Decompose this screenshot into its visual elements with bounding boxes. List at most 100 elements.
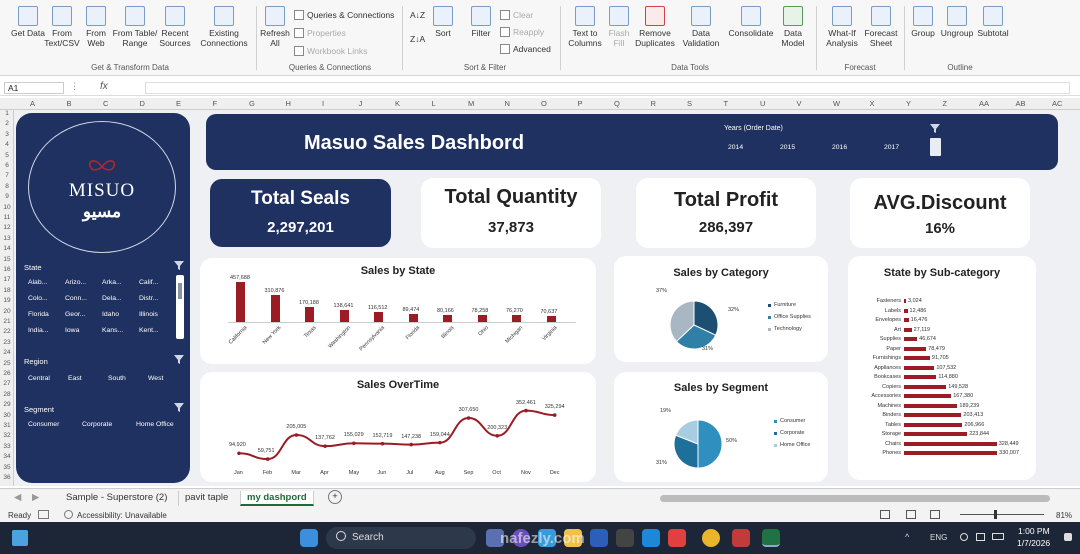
column-header-R[interactable]: R [651, 99, 656, 108]
language-indicator[interactable]: ENG [930, 533, 947, 542]
years-scrollbar[interactable] [930, 138, 941, 156]
row-header-35[interactable]: 35 [1, 464, 13, 471]
refresh-all-button[interactable]: Refresh All [258, 6, 292, 48]
segment-option[interactable]: Consumer [28, 421, 59, 428]
column-header-Q[interactable]: Q [614, 99, 620, 108]
row-header-18[interactable]: 18 [1, 287, 13, 294]
data-validation-button[interactable]: Data Validation [678, 6, 724, 48]
year-option[interactable]: 2016 [832, 144, 847, 151]
column-header-T[interactable]: T [724, 99, 729, 108]
row-header-15[interactable]: 15 [1, 256, 13, 263]
row-header-34[interactable]: 34 [1, 453, 13, 460]
year-option[interactable]: 2017 [884, 144, 899, 151]
row-header-17[interactable]: 17 [1, 276, 13, 283]
what-if-analysis-button[interactable]: What-If Analysis [822, 6, 862, 48]
column-header-O[interactable]: O [541, 99, 547, 108]
state-option[interactable]: Illinois [139, 311, 158, 318]
zoom-slider[interactable] [960, 514, 1044, 515]
state-option[interactable]: Kans... [102, 327, 123, 334]
row-header-29[interactable]: 29 [1, 401, 13, 408]
row-header-30[interactable]: 30 [1, 412, 13, 419]
page-layout-icon[interactable] [906, 510, 916, 519]
row-header-22[interactable]: 22 [1, 328, 13, 335]
years-filter-icon[interactable] [930, 124, 940, 133]
column-header-A[interactable]: A [30, 99, 35, 108]
wifi-icon[interactable] [960, 533, 968, 541]
notification-icon[interactable] [1064, 533, 1072, 541]
state-option[interactable]: Idaho [102, 311, 119, 318]
year-option[interactable]: 2014 [728, 144, 743, 151]
zoom-slider-thumb[interactable] [994, 510, 997, 519]
formula-input[interactable] [145, 82, 1070, 94]
row-header-19[interactable]: 19 [1, 297, 13, 304]
forecast-sheet-button[interactable]: Forecast Sheet [862, 6, 900, 48]
dell-icon[interactable] [642, 529, 660, 547]
row-header-4[interactable]: 4 [1, 141, 13, 148]
column-header-P[interactable]: P [578, 99, 583, 108]
column-header-Y[interactable]: Y [906, 99, 911, 108]
text-to-columns-button[interactable]: Text to Columns [566, 6, 604, 48]
state-option[interactable]: Kent... [139, 327, 159, 334]
name-box[interactable]: A1 [4, 82, 64, 94]
state-filter-icon[interactable] [174, 261, 184, 270]
state-option[interactable]: Colo... [28, 295, 48, 302]
reapply-button[interactable]: Reapply [500, 27, 544, 37]
tab-sample-superstore[interactable]: Sample - Superstore (2) [60, 491, 173, 506]
row-header-2[interactable]: 2 [1, 120, 13, 127]
segment-option[interactable]: Home Office [136, 421, 174, 428]
clear-filter-button[interactable]: Clear [500, 10, 533, 20]
region-option[interactable]: Central [28, 375, 50, 382]
year-option[interactable]: 2015 [780, 144, 795, 151]
segment-filter-icon[interactable] [174, 403, 184, 412]
state-option[interactable]: Dela... [102, 295, 122, 302]
column-header-AA[interactable]: AA [979, 99, 989, 108]
column-header-S[interactable]: S [687, 99, 692, 108]
from-table-button[interactable]: From Table/ Range [112, 6, 158, 48]
row-header-33[interactable]: 33 [1, 443, 13, 450]
flash-fill-button[interactable]: Flash Fill [606, 6, 632, 48]
queries-connections-button[interactable]: Queries & Connections [294, 10, 394, 20]
row-header-8[interactable]: 8 [1, 183, 13, 190]
row-header-9[interactable]: 9 [1, 193, 13, 200]
from-text-csv-button[interactable]: From Text/CSV [44, 6, 80, 48]
state-option[interactable]: Iowa [65, 327, 79, 334]
column-header-K[interactable]: K [395, 99, 400, 108]
segment-option[interactable]: Corporate [82, 421, 112, 428]
add-sheet-button[interactable]: + [328, 490, 342, 504]
row-header-13[interactable]: 13 [1, 235, 13, 242]
row-header-7[interactable]: 7 [1, 172, 13, 179]
column-header-F[interactable]: F [213, 99, 218, 108]
properties-button[interactable]: Properties [294, 28, 346, 38]
row-header-5[interactable]: 5 [1, 152, 13, 159]
region-option[interactable]: East [68, 375, 82, 382]
state-option[interactable]: Geor... [65, 311, 85, 318]
filter-button[interactable]: Filter [468, 6, 494, 38]
workbook-links-button[interactable]: Workbook Links [294, 46, 367, 56]
column-header-J[interactable]: J [359, 99, 363, 108]
state-option[interactable]: Calif... [139, 279, 158, 286]
group-button[interactable]: Group [908, 6, 938, 38]
data-model-button[interactable]: Data Model [776, 6, 810, 48]
state-option[interactable]: Conn... [65, 295, 87, 302]
horizontal-scrollbar[interactable] [660, 495, 1050, 502]
column-header-E[interactable]: E [176, 99, 181, 108]
row-header-32[interactable]: 32 [1, 432, 13, 439]
widgets-icon[interactable] [12, 530, 28, 546]
column-header-V[interactable]: V [797, 99, 802, 108]
excel-icon[interactable] [762, 529, 780, 547]
row-header-11[interactable]: 11 [1, 214, 13, 221]
state-option[interactable]: Arizo... [65, 279, 86, 286]
row-header-3[interactable]: 3 [1, 131, 13, 138]
column-header-AC[interactable]: AC [1052, 99, 1062, 108]
column-header-D[interactable]: D [140, 99, 145, 108]
normal-view-icon[interactable] [880, 510, 890, 519]
tab-scroll-left[interactable]: ◀ [8, 491, 27, 506]
media-icon[interactable] [668, 529, 686, 547]
region-filter-icon[interactable] [174, 355, 184, 364]
state-option[interactable]: Florida [28, 311, 49, 318]
subtotal-button[interactable]: Subtotal [976, 6, 1010, 38]
column-header-L[interactable]: L [432, 99, 436, 108]
taskbar-search[interactable]: Search [326, 527, 476, 549]
tray-chevron-icon[interactable]: ^ [905, 532, 909, 542]
sort-za-button[interactable]: Z↓A [410, 34, 425, 44]
